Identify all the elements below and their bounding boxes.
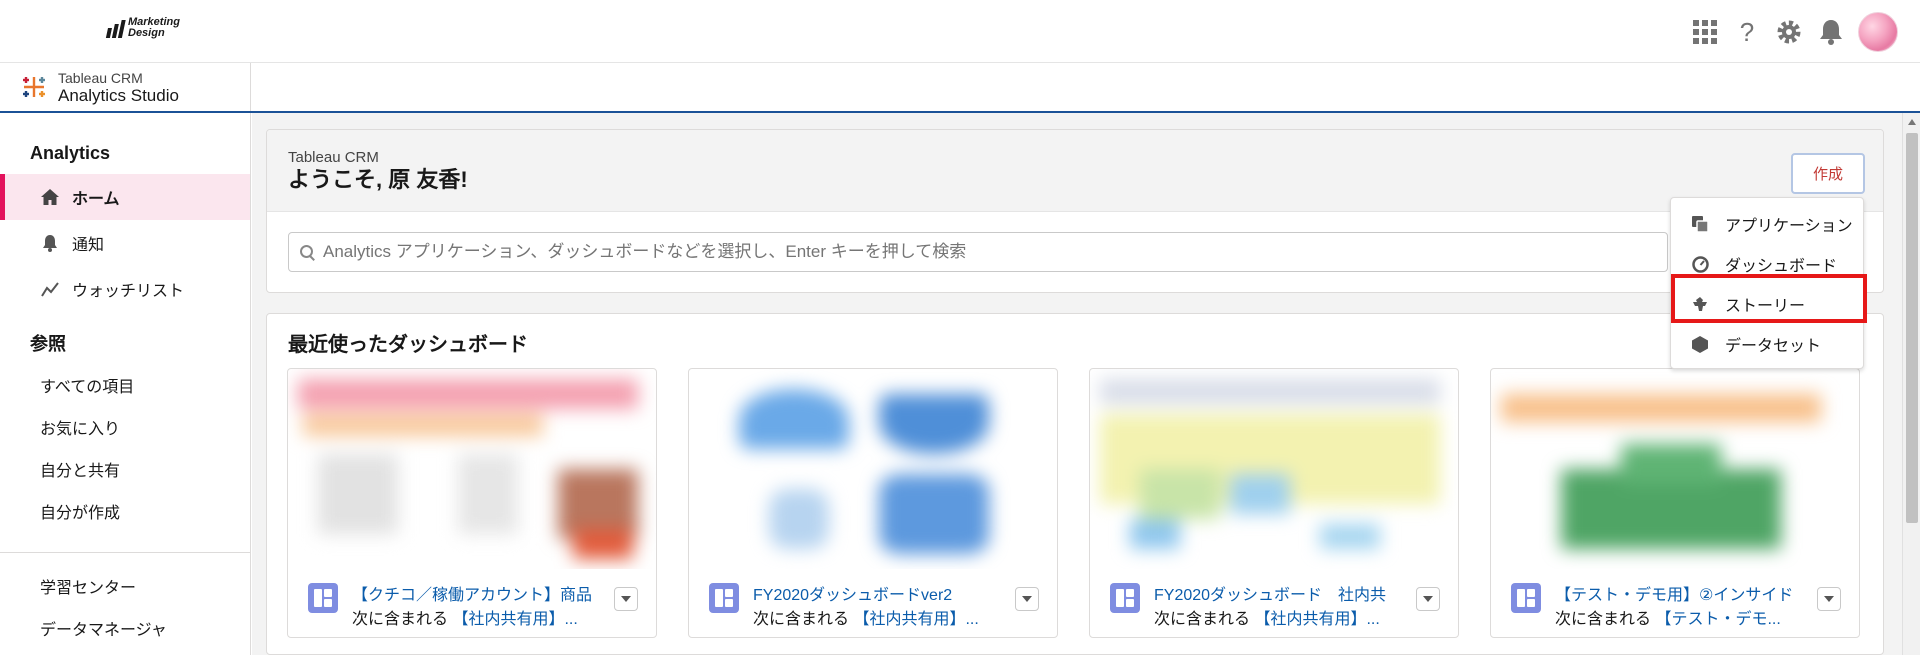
tableau-logo-icon [20,73,48,101]
logo-text-line2: Design [128,27,165,39]
welcome-header: Tableau CRM ようこそ, 原 友香! [267,130,1883,212]
sidebar-item-notifications[interactable]: 通知 [0,220,250,266]
main-content: Tableau CRM ようこそ, 原 友香! 作成 最近使ったダッシュボード [252,113,1902,655]
menu-item-label: データセット [1725,338,1822,355]
section-analytics: Analytics [30,143,111,163]
help-glyph: ? [1739,16,1755,47]
included-in-label: 次に含まれる [1154,611,1251,628]
tile-footer: 【テスト・デモ用】②インサイド 次に含まれる 【テスト・デモ... [1491,569,1859,637]
sidebar: Analytics ホーム 通知 ウォッチリスト 参照 すべての項目 お気に入り… [0,113,251,655]
dashboard-app-info: 次に含まれる 【テスト・デモ... [1555,605,1799,629]
search-input[interactable] [323,242,1643,262]
dashboard-tile[interactable]: FY2020ダッシュボード 社内共 次に含まれる 【社内共有用】... [1089,368,1459,638]
menu-item-application[interactable]: アプリケーション [1671,204,1863,244]
dashboard-icon [1110,583,1140,613]
tile-footer: FY2020ダッシュボードver2 次に含まれる 【社内共有用】... [689,569,1057,637]
app-link[interactable]: 【社内共有用】... [452,611,577,628]
menu-item-label: ダッシュボード [1725,258,1838,275]
vertical-scrollbar[interactable] [1902,113,1920,655]
dashboard-app-info: 次に含まれる 【社内共有用】... [352,605,596,629]
sidebar-divider [0,552,250,553]
sidebar-item-home[interactable]: ホーム [0,174,250,220]
dashboard-icon [1691,255,1709,273]
dashboard-tile[interactable]: FY2020ダッシュボードver2 次に含まれる 【社内共有用】... [688,368,1058,638]
app-title: Analytics Studio [58,85,179,105]
included-in-label: 次に含まれる [352,611,449,628]
dashboard-thumbnail [288,369,656,569]
chevron-down-icon [1423,596,1433,602]
included-in-label: 次に含まれる [1555,611,1652,628]
dashboard-icon [308,583,338,613]
help-icon[interactable]: ? [1732,14,1762,50]
dashboard-app-info: 次に含まれる 【社内共有用】... [1154,605,1398,629]
sidebar-item-watchlist[interactable]: ウォッチリスト [0,266,250,312]
sidebar-link-favorites[interactable]: お気に入り [0,406,250,448]
create-button[interactable]: 作成 [1791,153,1865,194]
logo-bars-icon [105,18,126,38]
dashboard-name-link[interactable]: 【テスト・デモ用】②インサイド [1555,581,1799,605]
search-icon [299,244,315,260]
sidebar-link-all-items[interactable]: すべての項目 [0,364,250,406]
app-link[interactable]: 【社内共有用】... [1254,611,1379,628]
app-sub-title: Tableau CRM [58,69,143,86]
app-icon [1691,215,1709,233]
welcome-sub-title: Tableau CRM [288,149,379,166]
section-browse: 参照 [30,334,66,354]
welcome-title: ようこそ, 原 友香! [288,167,468,192]
dashboard-name-link[interactable]: FY2020ダッシュボード 社内共 [1154,581,1398,605]
chevron-down-icon [1022,596,1032,602]
sidebar-item-label: ホーム [72,191,120,208]
dashboard-name-link[interactable]: 【クチコ／稼働アカウント】商品 [352,581,596,605]
sidebar-link-created-by-me[interactable]: 自分が作成 [0,490,250,532]
tile-footer: 【クチコ／稼働アカウント】商品 次に含まれる 【社内共有用】... [288,569,656,637]
dashboard-thumbnail [1090,369,1458,569]
menu-item-label: アプリケーション [1725,218,1853,235]
app-link[interactable]: 【社内共有用】... [853,611,978,628]
sidebar-link-data-manager[interactable]: データマネージャ [0,607,250,649]
chevron-down-icon [621,596,631,602]
app-link[interactable]: 【テスト・デモ... [1655,611,1780,628]
tile-menu-button[interactable] [1015,587,1039,611]
dashboard-thumbnail [689,369,1057,569]
header-icons: ? [1690,12,1898,52]
scroll-thumb[interactable] [1906,133,1918,523]
dashboard-icon [1511,583,1541,613]
chevron-down-icon [1824,596,1834,602]
sidebar-item-label: ウォッチリスト [72,283,185,300]
tile-menu-button[interactable] [1817,587,1841,611]
tile-menu-button[interactable] [614,587,638,611]
sidebar-item-label: 通知 [72,237,105,254]
dashboard-tiles: 【クチコ／稼働アカウント】商品 次に含まれる 【社内共有用】... FY2020… [287,368,1860,638]
app-launcher-icon[interactable] [1690,14,1720,50]
global-header: Marketing Design ? [0,0,1920,63]
home-icon [40,189,60,205]
marketing-design-logo[interactable]: Marketing Design [105,17,180,39]
menu-item-dataset[interactable]: データセット [1671,324,1863,364]
sidebar-link-learning-center[interactable]: 学習センター [0,565,250,607]
app-bar: Tableau CRM Analytics Studio [0,63,1920,113]
dashboard-app-info: 次に含まれる 【社内共有用】... [753,605,997,629]
tile-footer: FY2020ダッシュボード 社内共 次に含まれる 【社内共有用】... [1090,569,1458,637]
scroll-up-arrow-icon[interactable] [1908,119,1916,125]
notifications-bell-icon[interactable] [1816,14,1846,50]
watchlist-icon [40,281,60,297]
dashboard-name-link[interactable]: FY2020ダッシュボードver2 [753,581,997,605]
dashboard-tile[interactable]: 【テスト・デモ用】②インサイド 次に含まれる 【テスト・デモ... [1490,368,1860,638]
dashboard-tile[interactable]: 【クチコ／稼働アカウント】商品 次に含まれる 【社内共有用】... [287,368,657,638]
search-box[interactable] [288,232,1668,272]
bell-icon [40,234,60,252]
sidebar-link-shared-with-me[interactable]: 自分と共有 [0,448,250,490]
gear-icon[interactable] [1774,14,1804,50]
recent-dashboards-title: 最近使ったダッシュボード [288,334,528,356]
highlight-box [1671,274,1867,323]
recent-dashboards-card: 最近使ったダッシュボード 【クチコ／稼働アカウント】商品 次に含まれる 【社内共… [266,313,1884,655]
dashboard-icon [709,583,739,613]
welcome-card: Tableau CRM ようこそ, 原 友香! 作成 [266,129,1884,293]
tile-menu-button[interactable] [1416,587,1440,611]
app-brand[interactable]: Tableau CRM Analytics Studio [0,63,251,111]
user-avatar[interactable] [1858,12,1898,52]
dashboard-thumbnail [1491,369,1859,569]
dataset-icon [1691,335,1709,353]
included-in-label: 次に含まれる [753,611,850,628]
